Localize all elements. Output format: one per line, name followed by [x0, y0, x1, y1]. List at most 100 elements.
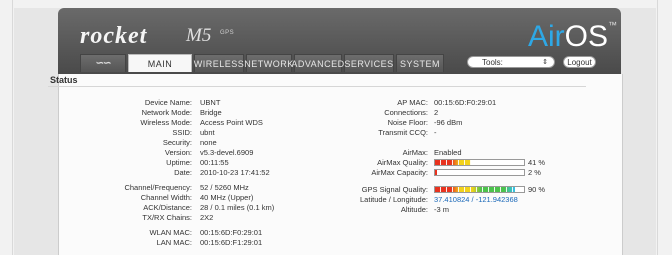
row-device-name: Device Name:: [110, 98, 192, 108]
row-wlan-mac-value: 00:15:6D:F0:29:01: [200, 228, 350, 238]
tools-dropdown[interactable]: Tools: ⇕: [467, 56, 555, 68]
airos-tm: ™: [608, 20, 618, 30]
row-network-mode: Network Mode:: [110, 108, 192, 118]
connections-value: 2: [434, 108, 439, 117]
gps-signal-quality-fill: [435, 187, 516, 192]
ssid-value: ubnt: [200, 128, 215, 137]
left-border: [12, 0, 13, 255]
row-airmax-quality: AirMax Quality:: [340, 158, 428, 168]
gps-signal-quality-label: GPS Signal Quality:: [361, 185, 428, 194]
airmax-label: AirMax:: [402, 148, 428, 157]
device-name-value: UBNT: [200, 98, 221, 107]
latitude-longitude-label: Latitude / Longitude:: [360, 195, 428, 204]
ack-distance-label: ACK/Distance:: [143, 203, 192, 212]
row-gps-signal-quality: GPS Signal Quality:: [330, 185, 428, 195]
airmax-value: Enabled: [434, 148, 462, 157]
channel-frequency-label: Channel/Frequency:: [124, 183, 192, 192]
txrx-chains-label: TX/RX Chains:: [142, 213, 192, 222]
date-label: Date:: [174, 168, 192, 177]
row-txrx-chains: TX/RX Chains:: [100, 213, 192, 223]
logout-button[interactable]: Logout: [563, 56, 596, 68]
tab-main[interactable]: MAIN: [128, 54, 192, 72]
wlan-mac-value: 00:15:6D:F0:29:01: [200, 228, 263, 237]
row-version-value: v5.3-devel.6909: [200, 148, 350, 158]
row-device-name-value: UBNT: [200, 98, 350, 108]
noise-floor-value: -96 dBm: [434, 118, 463, 127]
row-version: Version:: [110, 148, 192, 158]
row-channel-frequency: Channel/Frequency:: [100, 183, 192, 193]
model-label: M5: [186, 25, 212, 46]
security-label: Security:: [162, 138, 192, 147]
row-lan-mac: LAN MAC:: [100, 238, 192, 248]
tools-label: Tools:: [482, 58, 503, 67]
tab-advanced[interactable]: ADVANCED: [291, 54, 344, 72]
airmax-capacity-value: 2 %: [528, 168, 541, 177]
row-wlan-mac: WLAN MAC:: [100, 228, 192, 238]
tab-logo[interactable]: ∽∽: [80, 54, 126, 72]
model-suffix: GPS: [220, 30, 235, 36]
airmax-capacity-bar: [434, 169, 525, 176]
channel-frequency-value: 52 / 5260 MHz: [200, 183, 249, 192]
row-transmit-ccq: Transmit CCQ:: [350, 128, 428, 138]
network-mode-label: Network Mode:: [141, 108, 192, 117]
row-channel-width: Channel Width:: [100, 193, 192, 203]
row-ap-mac: AP MAC:: [350, 98, 428, 108]
network-mode-value: Bridge: [200, 108, 222, 117]
tab-system[interactable]: SYSTEM: [396, 54, 444, 72]
version-value: v5.3-devel.6909: [200, 148, 254, 157]
row-uptime: Uptime:: [110, 158, 192, 168]
version-label: Version:: [164, 148, 192, 157]
chevron-updown-icon: ⇕: [542, 59, 548, 66]
device-name-label: Device Name:: [144, 98, 192, 107]
row-lan-mac-value: 00:15:6D:F1:29:01: [200, 238, 350, 248]
gps-signal-quality-bar: [434, 186, 525, 193]
altitude-value: -3 m: [434, 205, 449, 214]
row-airmax-capacity: AirMax Capacity:: [340, 168, 428, 178]
row-noise-floor-value: -96 dBm: [434, 118, 584, 128]
row-connections: Connections:: [350, 108, 428, 118]
row-connections-value: 2: [434, 108, 584, 118]
transmit-ccq-value: -: [434, 128, 437, 137]
airmax-quality-value: 41 %: [528, 158, 546, 167]
row-ack-distance-value: 28 / 0.1 miles (0.1 km): [200, 203, 350, 213]
row-network-mode-value: Bridge: [200, 108, 350, 118]
row-security-value: none: [200, 138, 350, 148]
transmit-ccq-label: Transmit CCQ:: [378, 128, 428, 137]
row-wireless-mode-value: Access Point WDS: [200, 118, 350, 128]
row-noise-floor: Noise Floor:: [350, 118, 428, 128]
airmax-quality-fill: [435, 160, 472, 165]
row-ssid-value: ubnt: [200, 128, 350, 138]
status-section-title: Status: [50, 75, 78, 85]
brand-logo: rocket: [80, 23, 148, 49]
row-txrx-chains-value: 2X2: [200, 213, 350, 223]
row-ssid: SSID:: [110, 128, 192, 138]
airmax-capacity-label: AirMax Capacity:: [371, 168, 428, 177]
row-altitude: Altitude:: [330, 205, 428, 215]
airos-air: Air: [528, 20, 565, 53]
tab-wireless[interactable]: WIRELESS: [194, 54, 244, 72]
noise-floor-label: Noise Floor:: [387, 118, 428, 127]
wireless-mode-label: Wireless Mode:: [140, 118, 192, 127]
row-security: Security:: [110, 138, 192, 148]
airmax-quality-label: AirMax Quality:: [377, 158, 428, 167]
row-channel-frequency-value: 52 / 5260 MHz: [200, 183, 350, 193]
row-ack-distance: ACK/Distance:: [100, 203, 192, 213]
airos-logo: AirOS™: [528, 20, 617, 54]
row-transmit-ccq-value: -: [434, 128, 584, 138]
tab-network[interactable]: NETWORK: [244, 54, 293, 72]
channel-width-value: 40 MHz (Upper): [200, 193, 254, 202]
row-channel-width-value: 40 MHz (Upper): [200, 193, 350, 203]
row-wireless-mode: Wireless Mode:: [110, 118, 192, 128]
latitude-longitude-link[interactable]: 37.410824 / -121.942368: [434, 195, 518, 204]
row-ap-mac-value: 00:15:6D:F0:29:01: [434, 98, 584, 108]
ap-mac-value: 00:15:6D:F0:29:01: [434, 98, 497, 107]
airmax-capacity-fill: [435, 170, 437, 175]
gps-signal-quality-value: 90 %: [528, 185, 546, 194]
uptime-value: 00:11:55: [200, 158, 229, 167]
ubiquiti-logo-icon: ∽∽: [95, 58, 112, 69]
right-border: [657, 0, 658, 255]
ap-mac-label: AP MAC:: [397, 98, 428, 107]
connections-label: Connections:: [384, 108, 428, 117]
channel-width-label: Channel Width:: [140, 193, 192, 202]
tab-services[interactable]: SERVICES: [344, 54, 394, 72]
